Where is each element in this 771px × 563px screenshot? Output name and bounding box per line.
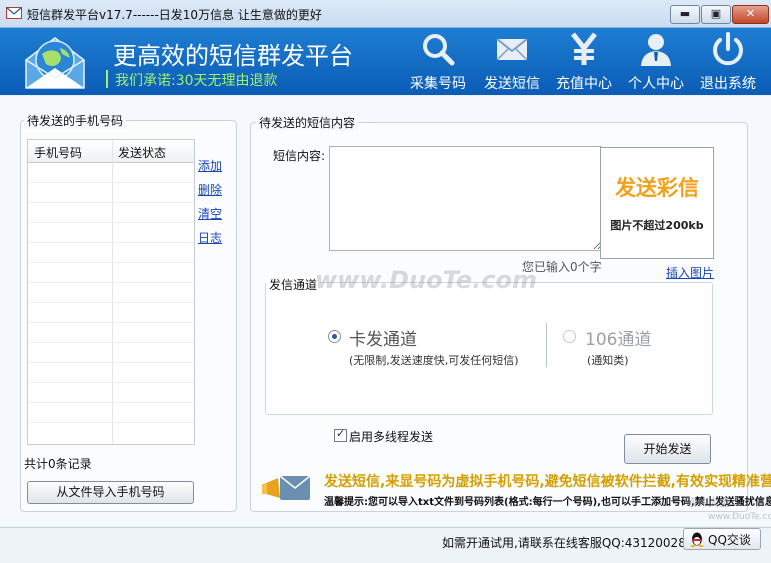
table-row — [28, 322, 194, 323]
nav-personal-center[interactable]: 个人中心 — [620, 28, 692, 95]
start-send-button[interactable]: 开始发送 — [624, 434, 711, 464]
delete-link[interactable]: 删除 — [198, 181, 222, 198]
table-row — [28, 402, 194, 403]
table-row — [28, 382, 194, 383]
column-send-status[interactable]: 发送状态 — [118, 144, 166, 161]
corner-watermark-url: www.DuoTe.com — [708, 512, 771, 522]
106-channel-desc: (通知类) — [587, 354, 629, 367]
contact-text: 如需开通试用,请联系在线客服QQ:431200288 — [442, 536, 694, 550]
106-channel-label[interactable]: 106通道 — [585, 325, 651, 350]
table-row — [28, 362, 194, 363]
qq-chat-button[interactable]: QQ交谈 — [683, 528, 761, 550]
yen-icon — [571, 32, 597, 65]
window-title: 短信群发平台v17.7------日发10万信息 让生意做的更好 — [27, 8, 322, 22]
minimize-button[interactable]: ▬ — [670, 5, 700, 24]
nav-label-exit: 退出系统 — [700, 76, 756, 92]
card-channel-desc: (无限制,发送速度快,可发任何短信) — [349, 354, 519, 367]
nav-label-personal: 个人中心 — [628, 76, 684, 92]
mms-size-hint: 图片不超过200kb — [610, 219, 704, 232]
megaphone-envelope-icon — [262, 475, 311, 500]
table-row — [28, 182, 194, 183]
table-row — [28, 202, 194, 203]
sms-content-title: 待发送的短信内容 — [256, 114, 359, 131]
log-link[interactable]: 日志 — [198, 229, 222, 246]
slogan-title: 更高效的短信群发平台 — [113, 42, 353, 70]
qq-chat-label: QQ交谈 — [708, 533, 751, 547]
table-row — [28, 242, 194, 243]
slogan-subtitle: 我们承诺:30天无理由退款 — [115, 73, 278, 89]
channel-title: 发信通道 — [266, 276, 321, 293]
corner-watermark: 软件大全 — [686, 496, 730, 509]
channel-divider — [546, 323, 547, 367]
nav-label-send: 发送短信 — [484, 76, 540, 92]
record-count: 共计0条记录 — [24, 457, 92, 471]
table-row — [28, 422, 194, 423]
sms-content-input[interactable] — [329, 146, 602, 251]
table-header: 手机号码 发送状态 — [28, 140, 194, 163]
content-label: 短信内容: — [273, 149, 326, 163]
106-channel-radio[interactable] — [563, 330, 576, 343]
slogan-divider — [106, 70, 108, 88]
search-icon — [423, 34, 455, 66]
card-channel-label[interactable]: 卡发通道 — [349, 325, 417, 350]
mms-title: 发送彩信 — [615, 176, 699, 200]
qq-penguin-icon — [690, 532, 704, 547]
clear-link[interactable]: 清空 — [198, 205, 222, 222]
nav-recharge-center[interactable]: 充值中心 — [548, 28, 620, 95]
nav-send-sms[interactable]: 发送短信 — [476, 28, 548, 95]
phone-number-table[interactable]: 手机号码 发送状态 — [27, 139, 195, 445]
column-divider — [112, 140, 113, 444]
nav-label-collect: 采集号码 — [410, 76, 466, 92]
card-channel-radio[interactable] — [328, 330, 341, 343]
mms-image-box[interactable]: 发送彩信 图片不超过200kb — [600, 147, 714, 259]
globe-envelope-logo-icon — [25, 37, 85, 89]
app-envelope-icon — [6, 7, 22, 19]
promo-headline: 发送短信,来显号码为虚拟手机号码,避免短信被软件拦截,有效实现精准营销 — [324, 474, 771, 490]
table-row — [28, 282, 194, 283]
multithread-label[interactable]: 启用多线程发送 — [349, 428, 433, 445]
nav-collect-numbers[interactable]: 采集号码 — [402, 28, 474, 95]
import-from-file-button[interactable]: 从文件导入手机号码 — [27, 481, 194, 504]
insert-image-link[interactable]: 插入图片 — [666, 264, 714, 281]
title-bar: 短信群发平台v17.7------日发10万信息 让生意做的更好 — [0, 0, 771, 28]
watermark: www.DuoTe.com — [315, 266, 537, 294]
user-icon — [641, 34, 671, 66]
app-header: 更高效的短信群发平台 我们承诺:30天无理由退款 采集号码 发送短信 充值中心 — [0, 28, 771, 95]
envelope-icon — [496, 38, 528, 61]
nav-label-recharge: 充值中心 — [556, 76, 612, 92]
table-row — [28, 342, 194, 343]
maximize-button[interactable]: ▣ — [701, 5, 731, 24]
close-button[interactable]: ✕ — [732, 5, 769, 24]
table-row — [28, 302, 194, 303]
power-icon — [713, 32, 743, 66]
phone-list-title: 待发送的手机号码 — [24, 112, 127, 129]
multithread-checkbox[interactable] — [334, 427, 347, 442]
table-row — [28, 222, 194, 223]
column-phone-number[interactable]: 手机号码 — [34, 144, 82, 161]
nav-exit-system[interactable]: 退出系统 — [692, 28, 764, 95]
add-link[interactable]: 添加 — [198, 157, 222, 174]
table-row — [28, 262, 194, 263]
